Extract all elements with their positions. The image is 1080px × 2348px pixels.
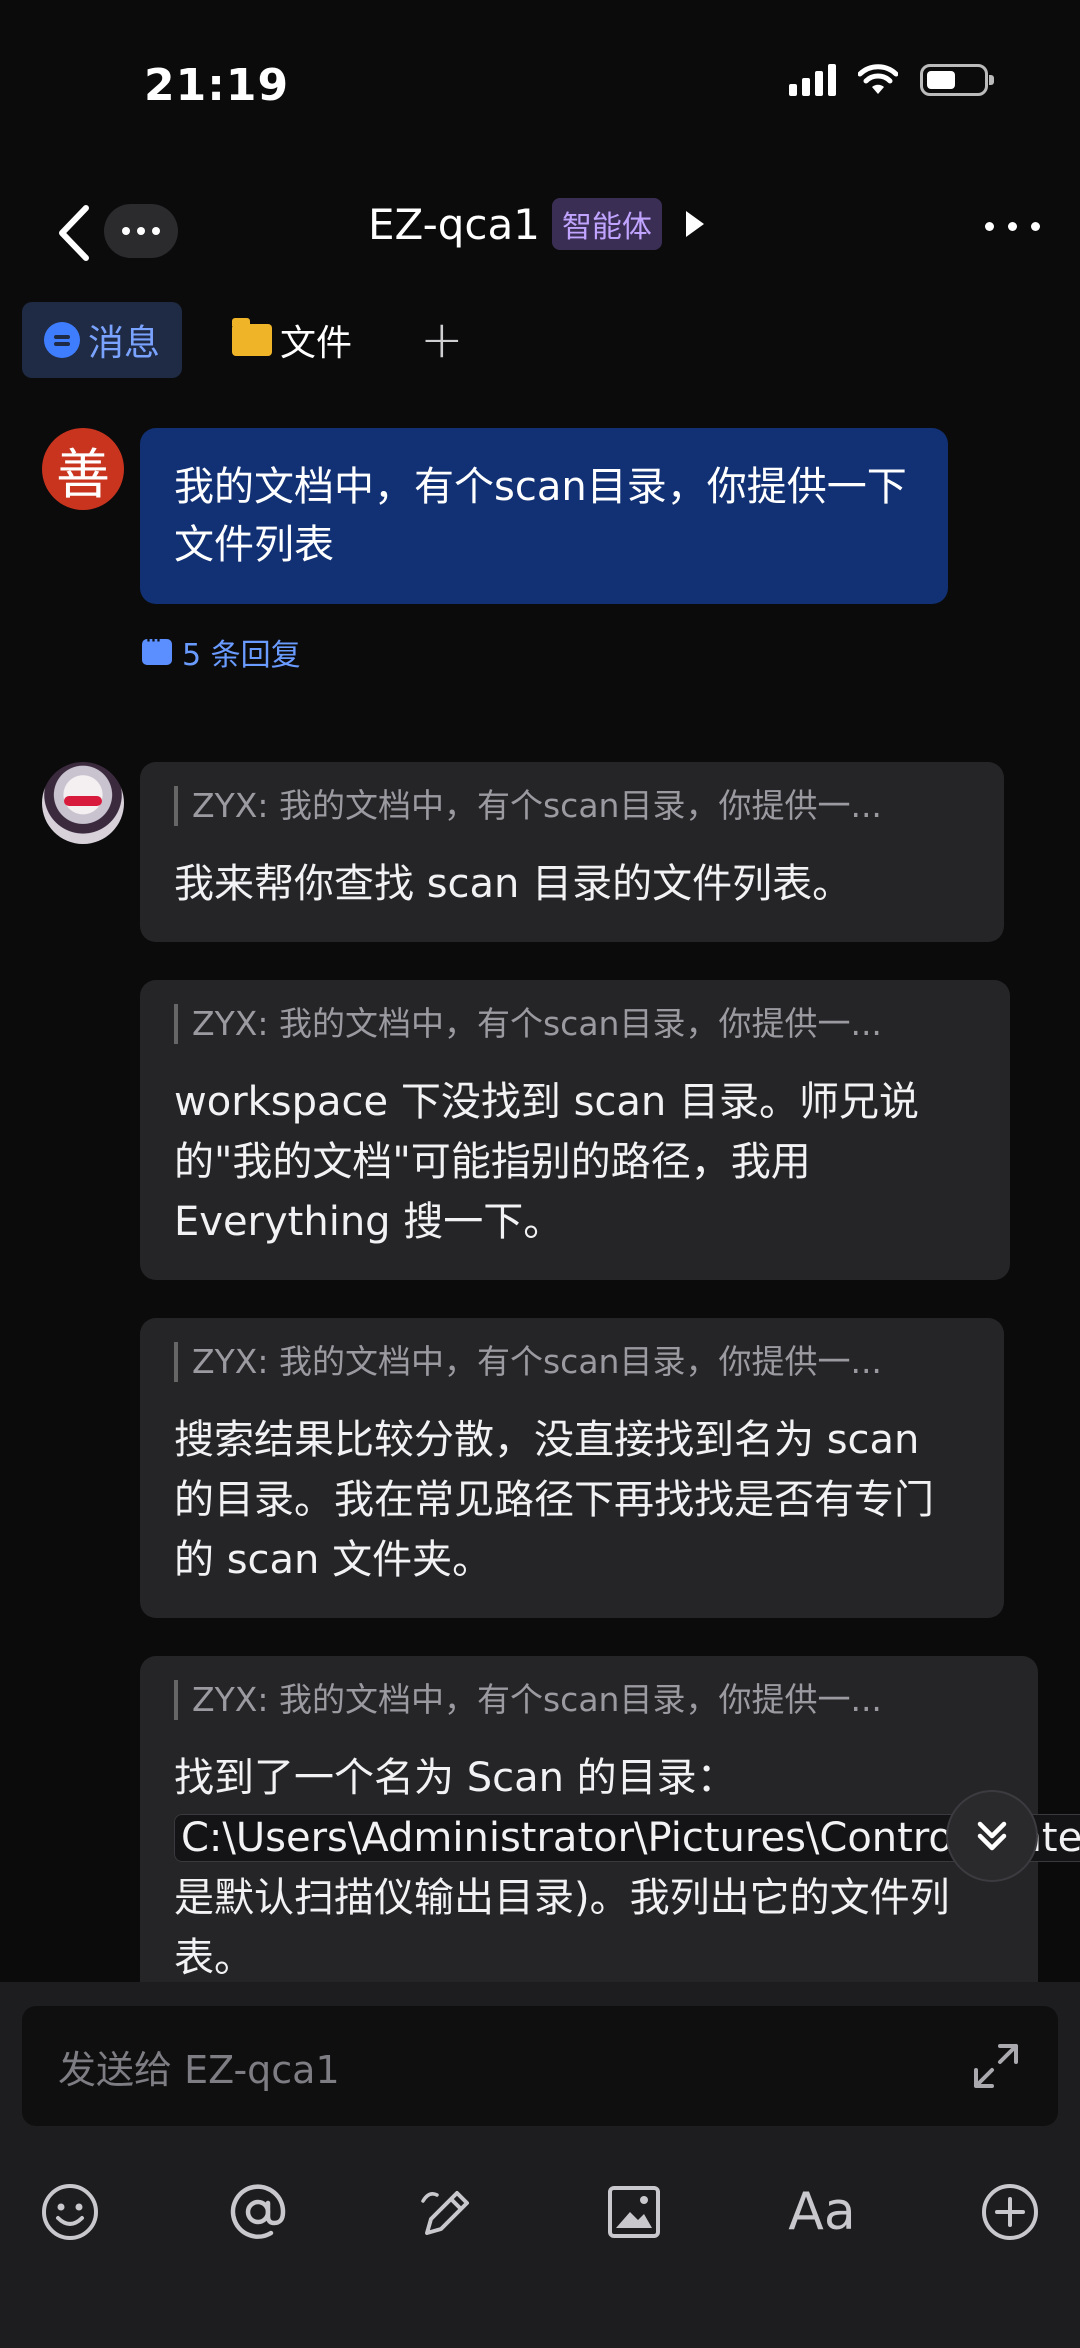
- bot-message-text: 找到了一个名为 Scan 的目录： C:\Users\Administrator\…: [174, 1748, 1080, 1982]
- bot-text-before: 找到了一个名为 Scan 的目录：: [174, 1755, 737, 1801]
- tab-bar: 消息 文件 +: [0, 290, 1080, 390]
- bot-message[interactable]: ZYX: 我的文档中，有个scan目录，你提供一... workspace 下没…: [140, 980, 1010, 1280]
- tab-files-label: 文件: [280, 323, 353, 364]
- bot-message-text: workspace 下没找到 scan 目录。师兄说的"我的文档"可能指别的路径…: [174, 1079, 919, 1245]
- composer-toolbar: Aa: [0, 2152, 1080, 2272]
- text-format-label: Aa: [788, 2182, 856, 2242]
- play-icon: [685, 211, 704, 237]
- chat-title: EZ-qca1: [368, 199, 540, 249]
- bot-message[interactable]: ZYX: 我的文档中，有个scan目录，你提供一... 搜索结果比较分散，没直接…: [140, 1318, 1004, 1618]
- bot-message-text: 我来帮你查找 scan 目录的文件列表。: [174, 861, 853, 907]
- emoji-icon[interactable]: [38, 2180, 102, 2244]
- quoted-message: ZYX: 我的文档中，有个scan目录，你提供一...: [174, 786, 970, 826]
- mention-icon[interactable]: [226, 2180, 290, 2244]
- tab-messages-label: 消息: [88, 323, 161, 364]
- battery-icon: [920, 64, 994, 96]
- bot-message[interactable]: ZYX: 我的文档中，有个scan目录，你提供一... 找到了一个名为 Scan…: [140, 1656, 1080, 1982]
- chat-title-group[interactable]: EZ-qca1 智能体: [368, 198, 704, 250]
- folder-icon: [232, 318, 273, 356]
- scroll-to-bottom-button[interactable]: [946, 1790, 1038, 1882]
- replies-link[interactable]: 5 条回复: [142, 629, 301, 674]
- chevron-double-down-icon: [977, 1821, 1007, 1851]
- add-tab-button[interactable]: +: [420, 310, 464, 370]
- status-time: 21:19: [144, 60, 290, 111]
- user-message-bubble[interactable]: 我的文档中，有个scan目录，你提供一下文件列表: [140, 428, 948, 604]
- bot-avatar[interactable]: [42, 762, 124, 844]
- wifi-icon: [858, 64, 898, 94]
- quoted-message: ZYX: 我的文档中，有个scan目录，你提供一...: [174, 1004, 976, 1044]
- reply-thread-icon: [142, 629, 172, 665]
- replies-count: 5 条回复: [182, 638, 301, 673]
- back-icon[interactable]: [48, 198, 100, 268]
- add-icon[interactable]: [978, 2180, 1042, 2244]
- expand-icon[interactable]: [970, 2040, 1022, 2092]
- tab-messages[interactable]: 消息: [22, 302, 183, 378]
- chat-header: EZ-qca1 智能体: [0, 180, 1080, 290]
- status-bar: 21:19: [0, 0, 1080, 180]
- image-icon[interactable]: [602, 2180, 666, 2244]
- path-code[interactable]: C:\Users\Administrator\Pictures\ControlC…: [174, 1814, 1080, 1862]
- chat-area[interactable]: 善 我的文档中，有个scan目录，你提供一下文件列表 5 条回复 ZYX: 我的…: [0, 390, 1080, 1982]
- status-icons: [789, 64, 994, 96]
- quoted-message: ZYX: 我的文档中，有个scan目录，你提供一...: [174, 1680, 1004, 1720]
- quoted-message: ZYX: 我的文档中，有个scan目录，你提供一...: [174, 1342, 970, 1382]
- tab-files[interactable]: 文件: [210, 302, 374, 378]
- cellular-signal-icon: [789, 64, 836, 96]
- message-input[interactable]: 发送给 EZ-qca1: [22, 2006, 1058, 2126]
- message-input-placeholder: 发送给 EZ-qca1: [58, 2047, 340, 2092]
- user-avatar[interactable]: 善: [42, 428, 124, 510]
- message-composer: 发送给 EZ-qca1 Aa: [0, 1982, 1080, 2348]
- more-options-button[interactable]: [104, 204, 178, 258]
- text-format-icon[interactable]: Aa: [788, 2180, 856, 2244]
- message-icon: [44, 322, 80, 358]
- bot-message[interactable]: ZYX: 我的文档中，有个scan目录，你提供一... 我来帮你查找 scan …: [140, 762, 1004, 942]
- pen-icon[interactable]: [414, 2180, 478, 2244]
- menu-dots-icon[interactable]: [985, 222, 1040, 231]
- bot-message-text: 搜索结果比较分散，没直接找到名为 scan 的目录。我在常见路径下再找找是否有专…: [174, 1417, 934, 1583]
- agent-badge: 智能体: [551, 198, 662, 250]
